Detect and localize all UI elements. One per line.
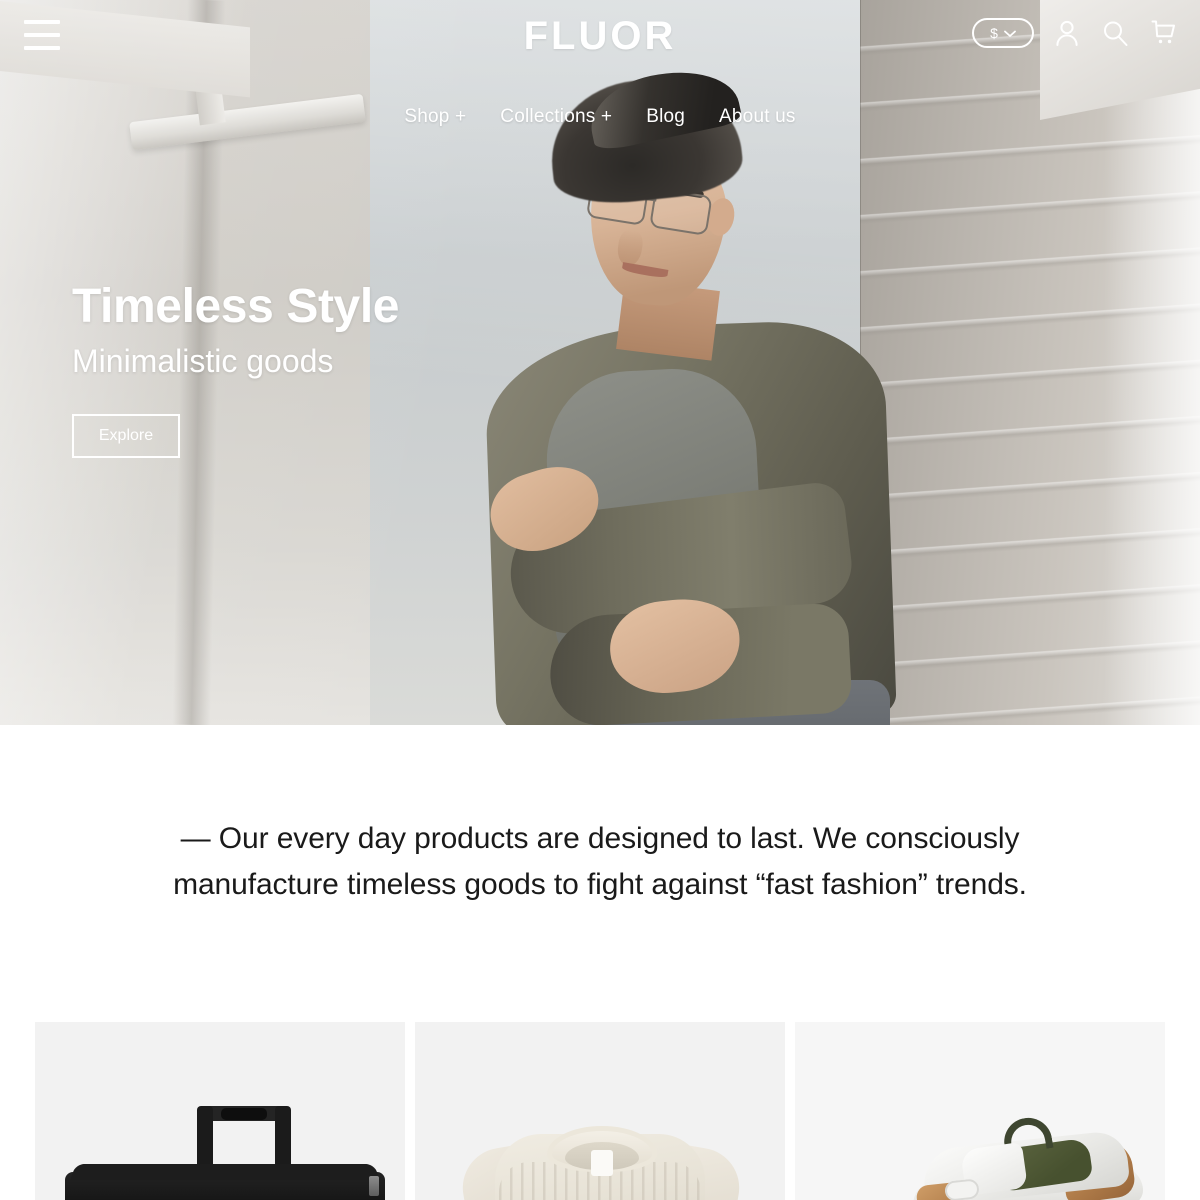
currency-selector[interactable]: $ — [972, 18, 1034, 48]
explore-button[interactable]: Explore — [72, 414, 180, 458]
currency-symbol: $ — [990, 25, 998, 41]
intro-paragraph: — Our every day products are designed to… — [173, 821, 1027, 901]
sneaker-lace — [944, 1178, 980, 1200]
main-navigation: Shop + Collections + Blog About us — [0, 106, 1200, 128]
header-top-bar: FLUOR $ — [0, 0, 1200, 76]
bag-handle-grip — [221, 1108, 267, 1120]
product-card-knit-sweater[interactable] — [415, 1022, 785, 1200]
hero-title: Timeless Style — [72, 280, 400, 333]
hero-section: FLUOR $ Shop + Collections + Blog About … — [0, 0, 1200, 725]
chevron-down-icon — [1003, 25, 1016, 41]
product-grid — [0, 1022, 1200, 1200]
nav-item-blog[interactable]: Blog — [646, 106, 685, 128]
site-header: FLUOR $ Shop + Collections + Blog About … — [0, 0, 1200, 128]
nav-item-about-us[interactable]: About us — [719, 106, 796, 128]
bag-body — [65, 1172, 385, 1200]
nav-item-shop[interactable]: Shop + — [404, 106, 466, 128]
search-icon[interactable] — [1100, 17, 1130, 49]
hero-copy: Timeless Style Minimalistic goods Explor… — [72, 278, 399, 458]
product-card-duffel-bag[interactable] — [35, 1022, 405, 1200]
nav-item-collections[interactable]: Collections + — [500, 106, 612, 128]
header-actions: $ — [972, 17, 1178, 49]
hero-subtitle: Minimalistic goods — [72, 343, 334, 379]
product-card-sneaker[interactable] — [795, 1022, 1165, 1200]
page-root: FLUOR $ Shop + Collections + Blog About … — [0, 0, 1200, 1200]
intro-section: — Our every day products are designed to… — [0, 725, 1200, 1022]
sweater-label-tag — [591, 1150, 613, 1176]
bag-zipper — [369, 1176, 379, 1196]
shopping-cart-icon[interactable] — [1148, 17, 1178, 49]
user-account-icon[interactable] — [1052, 17, 1082, 49]
hero-model-figure — [470, 59, 940, 725]
